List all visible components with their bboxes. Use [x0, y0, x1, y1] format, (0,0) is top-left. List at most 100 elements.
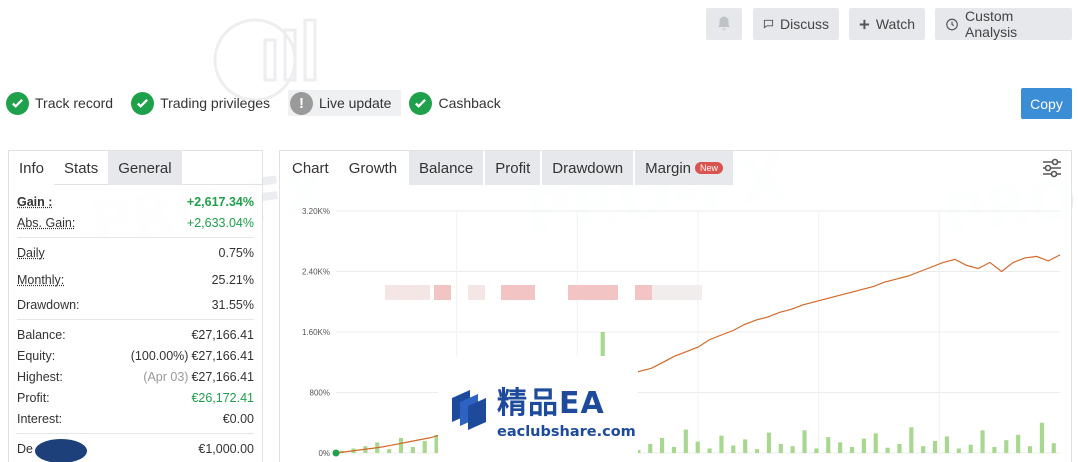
highest-label: Highest: — [17, 370, 63, 384]
obscured-block — [501, 285, 535, 300]
interest-label: Interest: — [17, 412, 62, 426]
divider — [17, 319, 254, 320]
bar — [791, 446, 795, 453]
bar — [719, 436, 723, 453]
status-row: Track record Trading privileges ! Live u… — [6, 90, 519, 116]
obscured-block — [652, 285, 702, 300]
row-gain: Gain : +2,617.34% — [17, 191, 254, 212]
bar — [921, 446, 925, 453]
bar — [755, 449, 759, 453]
monthly-label[interactable]: Monthly: — [17, 273, 64, 287]
obscured-block — [635, 285, 652, 300]
deposits-value: €1,000.00 — [198, 442, 254, 456]
profit-label: Profit: — [17, 391, 50, 405]
bar — [1040, 423, 1044, 453]
bar — [743, 439, 747, 453]
bar — [696, 442, 700, 453]
tab-balance[interactable]: Balance — [409, 151, 483, 185]
y-tick-label: 1.60K% — [302, 328, 330, 337]
bar — [897, 444, 901, 453]
bar — [945, 436, 949, 453]
chat-icon — [763, 16, 774, 32]
tab-growth[interactable]: Growth — [339, 151, 407, 185]
books-logo-icon — [446, 384, 491, 434]
status-label: Live update — [319, 95, 391, 111]
row-balance: Balance: €27,166.41 — [17, 324, 254, 345]
chart-settings-icon[interactable] — [1041, 157, 1063, 184]
status-trading-privileges: Trading privileges — [131, 90, 280, 116]
gain-value: +2,617.34% — [187, 195, 254, 209]
y-tick-label: 3.20K% — [302, 207, 330, 216]
monthly-value: 25.21% — [212, 273, 254, 287]
custom-analysis-button[interactable]: Custom Analysis — [935, 8, 1072, 40]
bar — [886, 448, 890, 453]
bar — [1052, 443, 1056, 453]
eaclubshare-logo: 精品EA eaclubshare.com — [438, 356, 638, 462]
equity-value: €27,166.41 — [191, 349, 254, 363]
tab-info[interactable]: Info — [9, 151, 54, 185]
drawdown-label: Drawdown: — [17, 298, 80, 312]
logo-text-sub: eaclubshare.com — [497, 424, 636, 440]
balance-label: Balance: — [17, 328, 66, 342]
row-drawdown: Drawdown: 31.55% — [17, 294, 254, 315]
watch-button[interactable]: Watch — [849, 8, 925, 40]
y-tick-label: 0% — [318, 449, 330, 458]
check-icon — [131, 92, 154, 115]
obscured-blob — [35, 439, 87, 462]
bar — [648, 444, 652, 453]
info-panel: Info Stats General Gain : +2,617.34% Abs… — [8, 150, 263, 462]
daily-label[interactable]: Daily — [17, 246, 45, 260]
abs-gain-label[interactable]: Abs. Gain: — [17, 216, 75, 230]
y-tick-label: 2.40K% — [302, 268, 330, 277]
profit-value: €26,172.41 — [191, 391, 254, 405]
status-live-update: ! Live update — [288, 90, 401, 116]
row-highest: Highest: (Apr 03) €27,166.41 — [17, 366, 254, 387]
obscured-block — [434, 285, 451, 300]
bar — [992, 447, 996, 453]
bar — [423, 441, 427, 453]
equity-label: Equity: — [17, 349, 55, 363]
tab-general[interactable]: General — [108, 151, 181, 185]
notification-button[interactable] — [706, 8, 742, 40]
bar — [779, 444, 783, 453]
bar — [980, 430, 984, 453]
bar — [707, 448, 711, 453]
status-label: Trading privileges — [160, 95, 270, 111]
logo-text-main: 精品EA — [497, 378, 636, 422]
copy-button[interactable]: Copy — [1021, 88, 1072, 119]
start-point — [333, 450, 340, 457]
info-rows: Gain : +2,617.34% Abs. Gain: +2,633.04% … — [9, 185, 262, 459]
bar — [1004, 440, 1008, 453]
bar — [957, 448, 961, 453]
bar — [850, 447, 854, 453]
tab-drawdown[interactable]: Drawdown — [542, 151, 633, 185]
tab-chart[interactable]: Chart — [282, 151, 339, 185]
tab-margin[interactable]: Margin New — [635, 151, 733, 185]
bar — [909, 427, 913, 453]
tab-profit[interactable]: Profit — [485, 151, 540, 185]
highest-date: (Apr 03) — [143, 370, 188, 384]
chart-tabs: Chart Growth Balance Profit Drawdown Mar… — [280, 151, 1071, 185]
gain-label[interactable]: Gain : — [17, 195, 52, 209]
discuss-button[interactable]: Discuss — [753, 8, 839, 40]
obscured-block — [385, 285, 430, 300]
row-daily: Daily 0.75% — [17, 242, 254, 263]
obscured-block — [468, 285, 485, 300]
bar — [802, 430, 806, 453]
bar — [969, 445, 973, 453]
bar — [767, 433, 771, 453]
check-icon — [409, 92, 432, 115]
row-monthly: Monthly: 25.21% — [17, 269, 254, 290]
divider — [17, 237, 254, 238]
status-label: Track record — [35, 95, 113, 111]
y-tick-label: 800% — [310, 389, 330, 398]
bar — [684, 430, 688, 453]
row-abs-gain: Abs. Gain: +2,633.04% — [17, 212, 254, 233]
bar — [660, 438, 664, 453]
tab-stats[interactable]: Stats — [54, 151, 108, 185]
bell-icon — [715, 15, 733, 33]
equity-percent: (100.00%) — [131, 349, 189, 363]
row-deposits: De €1,000.00 — [17, 438, 254, 459]
abs-gain-value: +2,633.04% — [187, 216, 254, 230]
tab-margin-label: Margin — [645, 160, 691, 177]
